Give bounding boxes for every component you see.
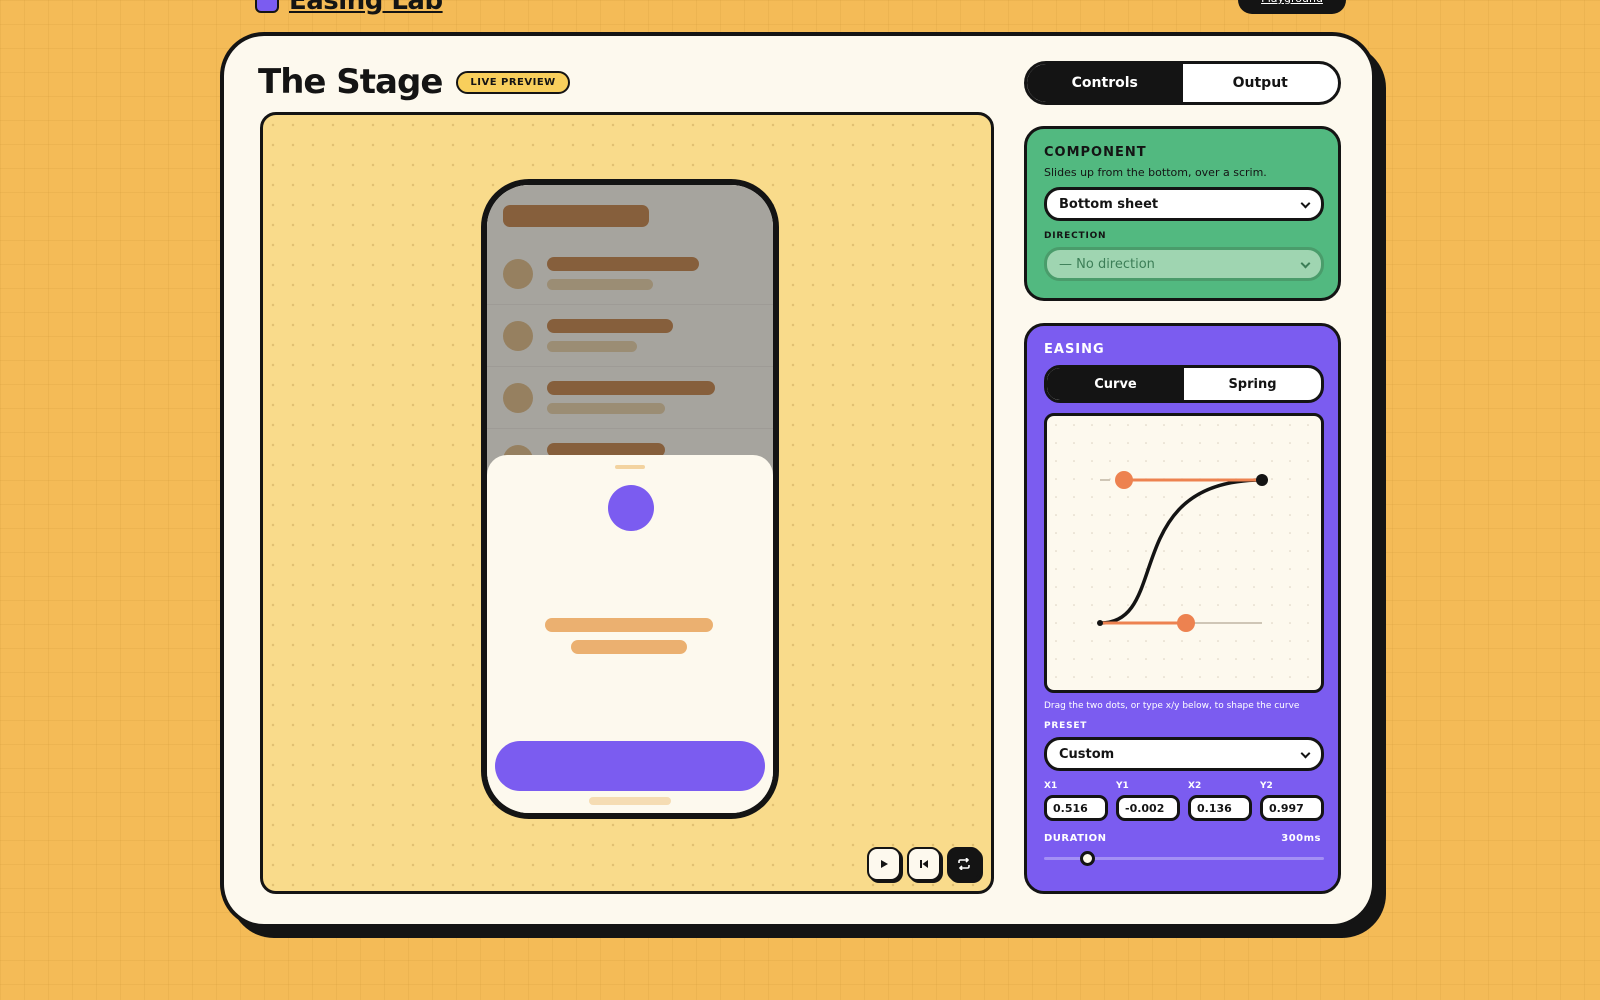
y2-field: Y2 0.997: [1260, 781, 1324, 821]
x1-field: X1 0.516: [1044, 781, 1108, 821]
bezier-curve-graph: [1047, 416, 1321, 690]
sheet-text-line: [545, 618, 713, 632]
stage-header: The Stage LIVE PREVIEW: [258, 62, 570, 102]
y1-input[interactable]: -0.002: [1116, 795, 1180, 821]
page-title: The Stage: [258, 62, 443, 102]
y1-label: Y1: [1116, 781, 1129, 791]
y2-label: Y2: [1260, 781, 1273, 791]
x2-field: X2 0.136: [1188, 781, 1252, 821]
playground-link[interactable]: Playground: [1238, 0, 1346, 14]
playback-controls: [867, 847, 981, 881]
component-heading: COMPONENT: [1044, 145, 1147, 160]
play-icon: [881, 860, 888, 868]
curve-end-point: [1256, 474, 1268, 486]
restart-button[interactable]: [907, 847, 941, 881]
loop-toggle[interactable]: [947, 847, 981, 881]
bottom-sheet-preview: [487, 455, 773, 813]
direction-select-value: — No direction: [1059, 256, 1155, 272]
top-bar: Easing Lab Playground: [0, 0, 1600, 20]
sheet-handle: [615, 465, 645, 469]
live-preview-badge: LIVE PREVIEW: [456, 70, 570, 94]
bezier-inputs: X1 0.516 Y1 -0.002 X2 0.136 Y2 0.997: [1044, 781, 1324, 821]
stage-canvas: [260, 112, 994, 894]
x1-input[interactable]: 0.516: [1044, 795, 1108, 821]
curve-hint: Drag the two dots, or type x/y below, to…: [1044, 701, 1300, 711]
y1-field: Y1 -0.002: [1116, 781, 1180, 821]
mode-curve[interactable]: Curve: [1047, 368, 1184, 400]
brand-name: Easing Lab: [289, 0, 443, 16]
bezier-curve-editor[interactable]: [1044, 413, 1324, 693]
play-button[interactable]: [867, 847, 901, 881]
phone-mockup: [481, 179, 779, 819]
chevron-down-icon: [1300, 748, 1311, 759]
chevron-down-icon: [1300, 258, 1311, 269]
home-indicator: [589, 797, 671, 805]
sheet-cta-button: [495, 741, 765, 791]
component-description: Slides up from the bottom, over a scrim.: [1044, 166, 1267, 179]
mode-spring[interactable]: Spring: [1184, 368, 1321, 400]
panel-tabs: Controls Output: [1024, 61, 1341, 105]
duration-value: 300ms: [1281, 833, 1321, 844]
chevron-down-icon: [1300, 198, 1311, 209]
x1-label: X1: [1044, 781, 1058, 791]
preset-select-value: Custom: [1059, 746, 1115, 762]
component-select[interactable]: Bottom sheet: [1044, 187, 1324, 221]
easing-panel: EASING Curve Spring Drag the two dots, o…: [1024, 323, 1341, 894]
component-panel: COMPONENT Slides up from the bottom, ove…: [1024, 126, 1341, 301]
slider-thumb[interactable]: [1080, 851, 1095, 866]
easing-mode-toggle: Curve Spring: [1044, 365, 1324, 403]
brand-logo-icon: [255, 0, 279, 13]
tab-controls[interactable]: Controls: [1027, 64, 1183, 102]
x2-input[interactable]: 0.136: [1188, 795, 1252, 821]
x2-label: X2: [1188, 781, 1202, 791]
direction-label: DIRECTION: [1044, 231, 1107, 241]
sheet-text-line: [571, 640, 687, 654]
duration-row: DURATION 300ms: [1044, 833, 1321, 844]
duration-slider[interactable]: [1044, 850, 1324, 866]
preset-select[interactable]: Custom: [1044, 737, 1324, 771]
sheet-avatar: [608, 485, 654, 531]
duration-label: DURATION: [1044, 833, 1107, 844]
tab-output[interactable]: Output: [1183, 64, 1339, 102]
direction-select[interactable]: — No direction: [1044, 247, 1324, 281]
control-point-1[interactable]: [1177, 614, 1195, 632]
preset-label: PRESET: [1044, 721, 1088, 731]
control-point-2[interactable]: [1115, 471, 1133, 489]
easing-heading: EASING: [1044, 342, 1105, 357]
skip-back-icon: [920, 860, 928, 868]
component-select-value: Bottom sheet: [1059, 196, 1159, 212]
y2-input[interactable]: 0.997: [1260, 795, 1324, 821]
repeat-icon: [958, 858, 970, 870]
brand[interactable]: Easing Lab: [255, 0, 443, 16]
